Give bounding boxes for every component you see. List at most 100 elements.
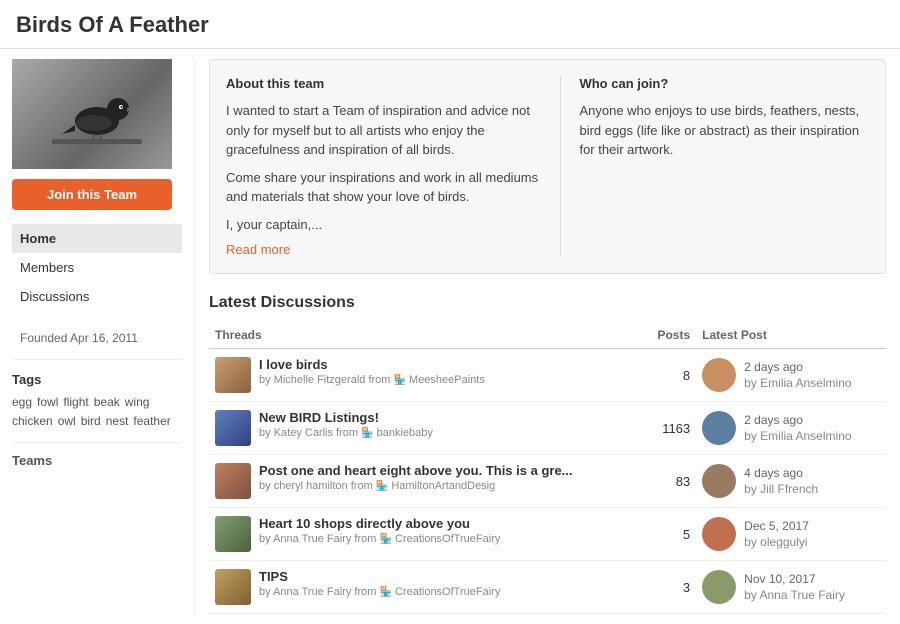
sidebar-item-home[interactable]: Home [12,224,182,253]
thread-title[interactable]: Post one and heart eight above you. This… [259,463,573,478]
thread-info: I love birds by Michelle Fitzgerald from… [215,357,638,393]
latest-post-cell: Dec 5, 2017 by oleggulyi [702,517,880,551]
table-row[interactable]: I love birds by Michelle Fitzgerald from… [209,349,886,402]
thread-shop[interactable]: CreationsOfTrueFairy [395,586,500,598]
who-can-join-box: Who can join? Anyone who enjoys to use b… [575,76,869,257]
latest-post-cell: 2 days ago by Emilia Anselmino [702,411,880,445]
about-team-para3: I, your captain,... [226,215,544,235]
latest-post-author: by Anna True Fairy [744,588,845,602]
thread-author[interactable]: Michelle Fitzgerald [274,374,366,386]
col-posts: Posts [644,324,697,349]
sidebar: Join this Team Home Members Discussions … [0,59,195,614]
latest-post-cell: Nov 10, 2017 by Anna True Fairy [702,570,880,604]
latest-post-time: Nov 10, 2017 [744,572,845,586]
thread-title[interactable]: Heart 10 shops directly above you [259,516,500,531]
thread-title[interactable]: TIPS [259,569,500,584]
tag-chicken[interactable]: chicken [12,414,53,428]
posts-count: 8 [644,349,697,402]
latest-post-avatar [702,358,736,392]
thread-meta: by cheryl hamilton from 🏪 HamiltonArtand… [259,480,573,492]
table-row[interactable]: Heart 10 shops directly above you by Ann… [209,508,886,561]
posts-count: 83 [644,455,697,508]
tag-fowl[interactable]: fowl [37,395,58,409]
tag-egg[interactable]: egg [12,395,32,409]
thread-shop[interactable]: MeesheePaints [409,374,485,386]
thread-meta: by Anna True Fairy from 🏪 CreationsOfTru… [259,586,500,598]
table-row[interactable]: Post one and heart eight above you. This… [209,455,886,508]
sidebar-item-members[interactable]: Members [12,253,182,282]
thread-info: Heart 10 shops directly above you by Ann… [215,516,638,552]
latest-post-time: 2 days ago [744,413,851,427]
latest-post-avatar [702,517,736,551]
latest-post-time: 4 days ago [744,466,818,480]
main-content: About this team I wanted to start a Team… [195,59,900,614]
team-image [12,59,172,169]
tag-flight[interactable]: flight [63,395,88,409]
thread-title[interactable]: New BIRD Listings! [259,410,433,425]
thread-title[interactable]: I love birds [259,357,485,372]
join-team-button[interactable]: Join this Team [12,179,172,210]
tag-wing[interactable]: wing [125,395,150,409]
about-team-box: About this team I wanted to start a Team… [226,76,561,257]
thread-author[interactable]: cheryl hamilton [274,480,348,492]
discussions-title: Latest Discussions [209,294,886,312]
thread-avatar [215,357,251,393]
tag-owl[interactable]: owl [58,414,76,428]
thread-info: TIPS by Anna True Fairy from 🏪 Creations… [215,569,638,605]
thread-author[interactable]: Anna True Fairy [273,533,351,545]
latest-post-cell: 2 days ago by Emilia Anselmino [702,358,880,392]
thread-avatar [215,410,251,446]
thread-avatar [215,569,251,605]
founded-date: Founded Apr 16, 2011 [12,327,182,360]
thread-meta: by Katey Carlis from 🏪 bankiebaby [259,427,433,439]
table-row[interactable]: TIPS by Anna True Fairy from 🏪 Creations… [209,561,886,614]
thread-info: Post one and heart eight above you. This… [215,463,638,499]
teams-label: Teams [12,453,182,468]
tags-title: Tags [12,372,182,387]
col-threads: Threads [209,324,644,349]
thread-meta: by Michelle Fitzgerald from 🏪 MeesheePai… [259,374,485,386]
tag-feather[interactable]: feather [133,414,170,428]
thread-avatar [215,516,251,552]
latest-post-avatar [702,570,736,604]
tags-grid: egg fowl flight beak wing chicken owl bi… [12,395,182,428]
tag-beak[interactable]: beak [94,395,120,409]
tag-nest[interactable]: nest [106,414,129,428]
info-boxes: About this team I wanted to start a Team… [209,59,886,274]
about-team-para2: Come share your inspirations and work in… [226,168,544,207]
thread-avatar [215,463,251,499]
posts-count: 5 [644,508,697,561]
discussions-table: Threads Posts Latest Post I love birds b… [209,324,886,614]
latest-post-avatar [702,464,736,498]
table-row[interactable]: New BIRD Listings! by Katey Carlis from … [209,402,886,455]
about-team-para1: I wanted to start a Team of inspiration … [226,101,544,160]
about-team-title: About this team [226,76,544,91]
page-title: Birds Of A Feather [0,0,900,49]
discussions-section: Latest Discussions Threads Posts Latest … [209,294,886,614]
thread-shop[interactable]: CreationsOfTrueFairy [395,533,500,545]
latest-post-time: Dec 5, 2017 [744,519,809,533]
who-can-join-text: Anyone who enjoys to use birds, feathers… [579,101,869,160]
latest-post-author: by oleggulyi [744,535,809,549]
sidebar-item-discussions[interactable]: Discussions [12,282,182,311]
latest-post-time: 2 days ago [744,360,851,374]
col-latest: Latest Post [696,324,886,349]
latest-post-author: by Emilia Anselmino [744,376,851,390]
thread-shop[interactable]: bankiebaby [377,427,433,439]
latest-post-avatar [702,411,736,445]
read-more-link[interactable]: Read more [226,242,290,257]
sidebar-nav: Home Members Discussions [12,224,182,311]
thread-author[interactable]: Katey Carlis [274,427,333,439]
posts-count: 1163 [644,402,697,455]
who-can-join-title: Who can join? [579,76,869,91]
thread-shop[interactable]: HamiltonArtandDesig [391,480,495,492]
thread-info: New BIRD Listings! by Katey Carlis from … [215,410,638,446]
teams-section: Teams [12,442,182,468]
latest-post-author: by Jill Ffrench [744,482,818,496]
tags-section: Tags egg fowl flight beak wing chicken o… [12,360,182,428]
tag-bird[interactable]: bird [81,414,101,428]
latest-post-author: by Emilia Anselmino [744,429,851,443]
thread-author[interactable]: Anna True Fairy [273,586,351,598]
thread-meta: by Anna True Fairy from 🏪 CreationsOfTru… [259,533,500,545]
latest-post-cell: 4 days ago by Jill Ffrench [702,464,880,498]
